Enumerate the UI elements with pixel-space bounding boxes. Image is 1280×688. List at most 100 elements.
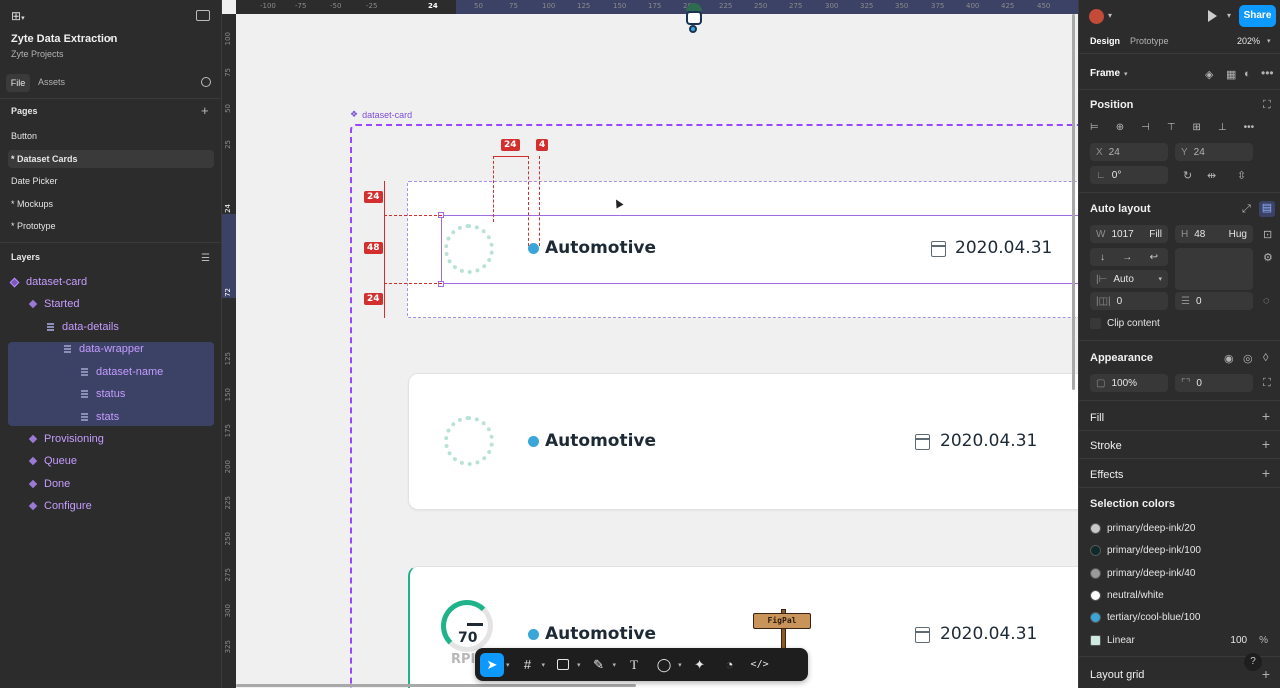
- layer-data-details[interactable]: data-details: [47, 316, 119, 338]
- chevron-down-icon[interactable]: ▾: [613, 661, 617, 669]
- present-icon[interactable]: [1208, 10, 1217, 22]
- main-menu-button[interactable]: ⊞▾: [11, 9, 33, 25]
- layer-queue[interactable]: Queue: [28, 450, 77, 472]
- flip-horizontal-icon[interactable]: ⇹: [1207, 169, 1216, 182]
- contrast-icon[interactable]: ◐: [1244, 68, 1251, 80]
- page-item-dataset-cards[interactable]: * Dataset Cards: [11, 154, 78, 164]
- grid-icon[interactable]: ▦: [1226, 68, 1236, 81]
- selection-color-item[interactable]: Linear 100%: [1090, 631, 1276, 649]
- page-item-prototype[interactable]: * Prototype: [11, 221, 56, 231]
- width-mode[interactable]: Fill: [1149, 229, 1162, 240]
- expand-icon[interactable]: ⤢: [1242, 203, 1251, 216]
- add-effect-icon[interactable]: +: [1262, 465, 1270, 481]
- layer-data-wrapper[interactable]: data-wrapper: [64, 338, 144, 360]
- x-field[interactable]: X 24: [1090, 143, 1168, 161]
- rotate-icon[interactable]: ↻: [1183, 169, 1192, 182]
- align-bottom-icon[interactable]: ⊥: [1218, 122, 1227, 136]
- chevron-down-icon[interactable]: ▾: [1267, 37, 1271, 45]
- add-page-icon[interactable]: +: [201, 103, 209, 118]
- chevron-down-icon[interactable]: ▾: [678, 661, 682, 669]
- wrap-direction-icon[interactable]: ↩: [1150, 252, 1158, 263]
- chevron-down-icon[interactable]: ▾: [109, 34, 113, 43]
- canvas[interactable]: -100 -75 -50 -25 24 50 75 100 125 150 17…: [222, 0, 1078, 688]
- horizontal-direction-icon[interactable]: →: [1122, 252, 1132, 263]
- constraints-icon[interactable]: ⛶: [1263, 99, 1271, 112]
- dev-mode-toggle[interactable]: </>: [748, 653, 772, 677]
- width-field[interactable]: W 1017 Fill: [1090, 225, 1168, 243]
- file-name[interactable]: Zyte Data Extraction: [11, 33, 117, 45]
- chevron-down-icon[interactable]: ▾: [577, 661, 581, 669]
- project-name[interactable]: Zyte Projects: [11, 49, 64, 59]
- selection-color-item[interactable]: primary/deep-ink/100: [1090, 541, 1276, 559]
- search-icon[interactable]: [201, 77, 211, 87]
- page-item-button[interactable]: Button: [11, 131, 37, 141]
- add-fill-icon[interactable]: +: [1262, 408, 1270, 424]
- clip-content-checkbox[interactable]: [1090, 318, 1101, 329]
- selection-color-item[interactable]: primary/deep-ink/20: [1090, 519, 1276, 537]
- layer-provisioning[interactable]: Provisioning: [28, 428, 104, 450]
- align-left-icon[interactable]: ⊨: [1090, 122, 1099, 136]
- alignment-grid[interactable]: [1175, 248, 1253, 290]
- ai-tool-button[interactable]: ✦: [688, 653, 712, 677]
- comment-tool-button[interactable]: ◯: [652, 653, 676, 677]
- share-button[interactable]: Share: [1239, 5, 1276, 27]
- avatar[interactable]: [1089, 9, 1104, 24]
- align-middle-icon[interactable]: ⊞: [1193, 122, 1201, 136]
- tab-file[interactable]: File: [6, 74, 30, 92]
- tab-assets[interactable]: Assets: [38, 77, 65, 87]
- layer-dataset-card[interactable]: dataset-card: [9, 271, 87, 293]
- layer-status[interactable]: status: [81, 383, 125, 405]
- zoom-level[interactable]: 202%: [1237, 36, 1260, 46]
- padding-options-icon[interactable]: ◌: [1263, 295, 1270, 307]
- help-icon[interactable]: ?: [1244, 653, 1262, 671]
- settings-icon[interactable]: ⚙: [1263, 251, 1273, 264]
- selection-color-item[interactable]: tertiary/cool-blue/100: [1090, 608, 1276, 626]
- horizontal-padding-field[interactable]: |◫| 0: [1090, 292, 1168, 310]
- eye-icon[interactable]: ◉: [1224, 352, 1234, 365]
- vertical-direction-icon[interactable]: ↓: [1100, 252, 1105, 263]
- chevron-down-icon[interactable]: ▾: [1227, 11, 1231, 20]
- resize-handle[interactable]: [438, 281, 444, 287]
- frame-type-select[interactable]: Frame: [1090, 68, 1120, 79]
- layer-configure[interactable]: Configure: [28, 495, 92, 517]
- color-opacity[interactable]: 100: [1230, 635, 1247, 646]
- rectangle-tool-button[interactable]: [551, 653, 575, 677]
- align-top-icon[interactable]: ⊤: [1167, 122, 1176, 136]
- drop-icon[interactable]: ◊: [1263, 352, 1268, 364]
- figpal-tool-button[interactable]: ◔: [718, 653, 742, 677]
- gap-field[interactable]: |⊢ Auto ▾: [1090, 270, 1168, 288]
- more-icon[interactable]: •••: [1244, 122, 1255, 136]
- pen-tool-button[interactable]: ✎: [587, 653, 611, 677]
- vertical-scrollbar[interactable]: [1072, 14, 1075, 390]
- more-icon[interactable]: •••: [1261, 66, 1274, 80]
- collapse-layers-icon[interactable]: ☰: [201, 253, 210, 264]
- vertical-padding-field[interactable]: ☰ 0: [1175, 292, 1253, 310]
- horizontal-scrollbar[interactable]: [236, 684, 636, 687]
- chevron-down-icon[interactable]: ▾: [1124, 70, 1128, 78]
- tab-prototype[interactable]: Prototype: [1130, 36, 1169, 46]
- corner-radius-field[interactable]: ⌜⌝ 0: [1175, 374, 1253, 392]
- chevron-down-icon[interactable]: ▾: [1158, 275, 1162, 283]
- tab-design[interactable]: Design: [1090, 36, 1120, 46]
- frame-label[interactable]: ❖ dataset-card: [350, 109, 412, 120]
- chevron-down-icon[interactable]: ▾: [1108, 11, 1112, 20]
- page-item-mockups[interactable]: * Mockups: [11, 199, 53, 209]
- component-icon[interactable]: ◈: [1205, 68, 1213, 81]
- resize-icon[interactable]: ⊡: [1263, 228, 1272, 241]
- height-field[interactable]: H 48 Hug: [1175, 225, 1253, 243]
- add-layout-grid-icon[interactable]: +: [1262, 666, 1270, 682]
- text-tool-button[interactable]: T: [622, 653, 646, 677]
- sidebar-toggle-icon[interactable]: [196, 10, 210, 21]
- move-tool-button[interactable]: ➤: [480, 652, 504, 677]
- rotation-field[interactable]: ∟ 0°: [1090, 166, 1168, 184]
- selection-color-item[interactable]: primary/deep-ink/40: [1090, 564, 1276, 582]
- blend-icon[interactable]: ◎: [1243, 352, 1253, 365]
- layer-stats[interactable]: stats: [81, 406, 119, 428]
- page-item-date-picker[interactable]: Date Picker: [11, 176, 58, 186]
- chevron-down-icon[interactable]: ▾: [506, 661, 510, 669]
- height-mode[interactable]: Hug: [1229, 229, 1247, 240]
- selection-color-item[interactable]: neutral/white: [1090, 586, 1276, 604]
- layer-dataset-name[interactable]: dataset-name: [81, 361, 163, 383]
- layer-started[interactable]: Started: [28, 293, 79, 315]
- layer-done[interactable]: Done: [28, 473, 70, 495]
